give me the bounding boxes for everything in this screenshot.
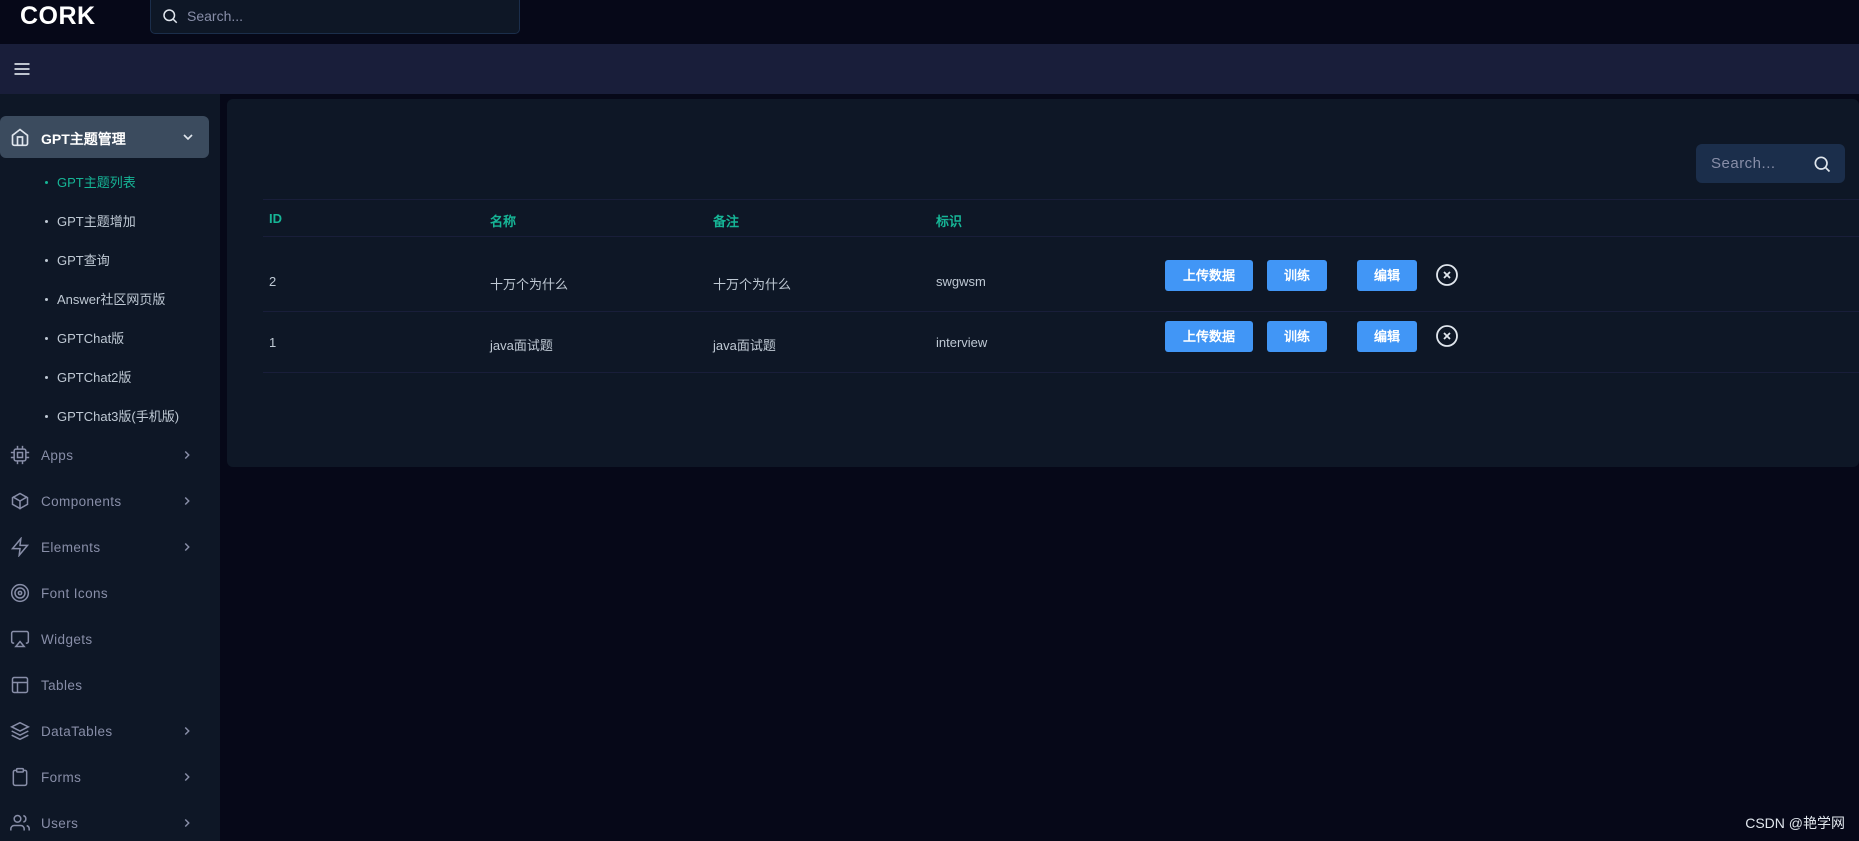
box-icon	[11, 492, 29, 510]
secondary-bar	[0, 44, 1859, 94]
sidebar-item-forms[interactable]: Forms	[0, 762, 209, 792]
chevron-right-icon	[184, 772, 190, 782]
sidebar-item-widgets[interactable]: Widgets	[0, 624, 209, 654]
sidebar-subitem-label: Answer社区网页版	[57, 292, 166, 307]
train-button[interactable]: 训练	[1267, 260, 1327, 291]
sidebar-subitem-label: GPTChat3版(手机版)	[57, 409, 180, 424]
sidebar-item-label: Users	[41, 816, 79, 831]
search-icon[interactable]	[1812, 154, 1832, 174]
sidebar-subitem-label: GPT主题列表	[57, 175, 136, 190]
chevron-down-icon	[183, 134, 193, 141]
bullet-icon	[45, 337, 48, 341]
chevron-right-icon	[184, 726, 190, 736]
cell-code: swgwsm	[936, 274, 986, 289]
cell-remark: java面试题	[713, 338, 776, 353]
sidebar-subitem-answer-web[interactable]: Answer社区网页版	[45, 289, 165, 308]
sidebar-item-label: Apps	[41, 448, 74, 463]
delete-circle-x-icon[interactable]	[1435, 263, 1459, 287]
cell-remark: 十万个为什么	[713, 277, 792, 292]
cell-code: interview	[936, 335, 988, 350]
chevron-right-icon	[184, 542, 190, 552]
search-icon	[163, 9, 178, 24]
sidebar-item-label: Forms	[41, 770, 82, 785]
sidebar-item-label: Font Icons	[41, 586, 109, 601]
target-icon	[10, 583, 30, 603]
delete-circle-x-icon[interactable]	[1435, 324, 1459, 348]
sidebar-subitem-gptchat3[interactable]: GPTChat3版(手机版)	[45, 406, 179, 425]
sidebar-item-datatables[interactable]: DataTables	[0, 716, 209, 746]
zap-icon	[10, 537, 30, 557]
sidebar-subitem-gptchat[interactable]: GPTChat版	[45, 328, 124, 347]
topic-table-panel: Search... ID 名称 备注 标识 2 十万个为什么 十万个为什么 sw…	[227, 99, 1859, 467]
home-icon	[11, 128, 29, 147]
users-icon	[10, 814, 30, 831]
table-divider	[263, 311, 1859, 312]
sidebar-subitem-label: GPT主题增加	[57, 214, 136, 229]
sidebar-item-font-icons[interactable]: Font Icons	[0, 578, 209, 608]
train-button[interactable]: 训练	[1267, 321, 1327, 352]
table-divider	[263, 372, 1859, 373]
upload-data-button[interactable]: 上传数据	[1165, 321, 1253, 352]
sidebar-item-label: Tables	[41, 678, 83, 693]
bullet-icon	[45, 298, 48, 302]
cell-id: 1	[269, 335, 277, 350]
bullet-icon	[45, 220, 48, 224]
column-header-id: ID	[269, 211, 282, 226]
sidebar-item-users[interactable]: Users	[0, 808, 209, 838]
sidebar: GPT主题管理 GPT主题列表 GPT主题增加 GPT查询 Answer社区网页…	[0, 94, 220, 841]
chevron-right-icon	[184, 496, 190, 506]
table-search-input[interactable]: Search...	[1696, 144, 1845, 183]
bullet-icon	[45, 415, 48, 419]
sidebar-subitem-label: GPTChat2版	[57, 370, 132, 385]
sidebar-item-components[interactable]: Components	[0, 486, 209, 516]
edit-button[interactable]: 编辑	[1357, 260, 1417, 291]
sidebar-item-elements[interactable]: Elements	[0, 532, 209, 562]
sidebar-section-gpt[interactable]: GPT主题管理	[0, 116, 209, 158]
cell-name: java面试题	[490, 338, 553, 353]
column-header-remark: 备注	[713, 214, 740, 229]
table-divider	[263, 199, 1859, 200]
layers-icon	[10, 721, 30, 741]
sidebar-item-label: Components	[41, 494, 122, 509]
cell-name: 十万个为什么	[490, 277, 569, 292]
sidebar-item-label: Elements	[41, 540, 101, 555]
global-search-placeholder: Search...	[187, 8, 244, 24]
menu-toggle-icon[interactable]	[12, 59, 32, 79]
table-search-placeholder: Search...	[1711, 155, 1776, 172]
chevron-right-icon	[184, 818, 190, 828]
sidebar-subitem-topic-add[interactable]: GPT主题增加	[45, 211, 136, 230]
clipboard-icon	[12, 767, 28, 787]
sidebar-item-apps[interactable]: Apps	[0, 440, 209, 470]
table-divider	[263, 236, 1859, 237]
watermark: CSDN @艳学网	[1745, 815, 1845, 831]
edit-button[interactable]: 编辑	[1357, 321, 1417, 352]
airplay-icon	[10, 630, 30, 648]
sidebar-subitem-gptchat2[interactable]: GPTChat2版	[45, 367, 131, 386]
column-header-name: 名称	[490, 214, 517, 229]
sidebar-subitem-label: GPTChat版	[57, 331, 125, 346]
bullet-icon	[45, 259, 48, 263]
sidebar-item-label: DataTables	[41, 724, 113, 739]
upload-data-button[interactable]: 上传数据	[1165, 260, 1253, 291]
cell-id: 2	[269, 274, 277, 289]
sidebar-section-label: GPT主题管理	[41, 131, 126, 147]
bullet-icon	[45, 376, 48, 380]
sidebar-item-tables[interactable]: Tables	[0, 670, 209, 700]
bullet-icon	[45, 181, 48, 185]
chevron-right-icon	[184, 450, 190, 460]
sidebar-item-label: Widgets	[41, 632, 93, 647]
sidebar-subitem-label: GPT查询	[57, 253, 110, 268]
sidebar-subitem-gpt-query[interactable]: GPT查询	[45, 250, 110, 269]
layout-icon	[11, 676, 29, 694]
sidebar-subitem-topic-list[interactable]: GPT主题列表	[45, 172, 136, 191]
top-navbar: CORK Search...	[0, 0, 1859, 44]
app-logo[interactable]: CORK	[20, 2, 96, 31]
global-search-input[interactable]: Search...	[150, 0, 520, 34]
cpu-icon	[10, 445, 30, 465]
column-header-code: 标识	[936, 214, 963, 229]
